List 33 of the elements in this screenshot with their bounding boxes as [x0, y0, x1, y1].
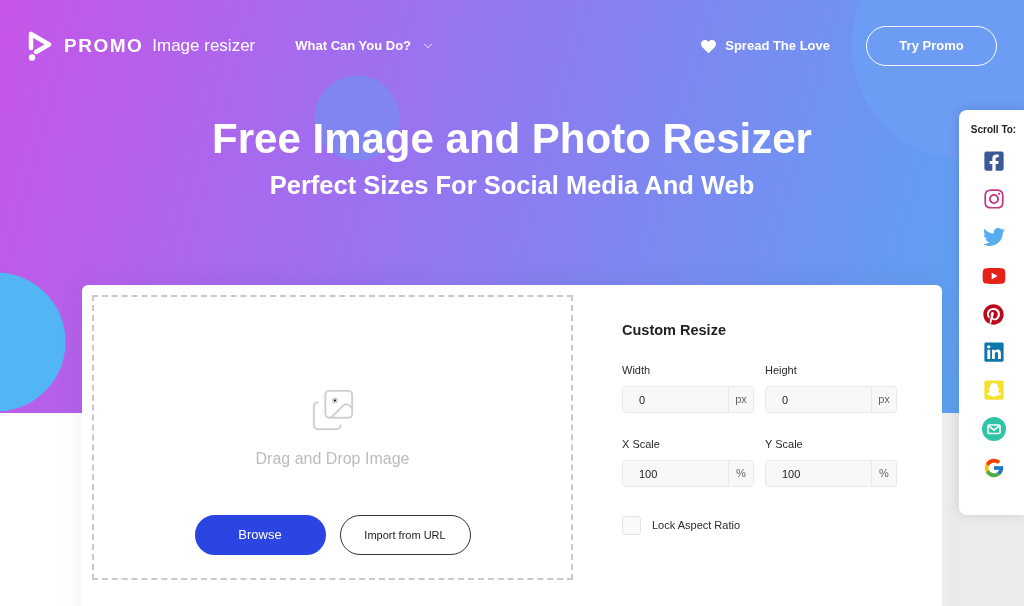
- scroll-to-label: Scroll To:: [970, 124, 1017, 136]
- brand-name: PROMO: [64, 33, 144, 58]
- field-label: X Scale: [622, 437, 660, 451]
- drop-prompt: Drag and Drop Image: [255, 449, 410, 469]
- section-title: Custom Resize: [622, 321, 726, 339]
- unit-label: %: [729, 460, 754, 487]
- number-input[interactable]: 100: [765, 460, 872, 487]
- product-name: Image resizer: [152, 35, 256, 58]
- unit-label: %: [872, 460, 897, 487]
- drop-zone[interactable]: Drag and Drop Image Browse Import from URL: [92, 295, 573, 580]
- hero-title: Free Image and Photo Resizer: [212, 114, 812, 164]
- browse-button[interactable]: Browse: [194, 515, 326, 555]
- field-label: Y Scale: [765, 437, 803, 451]
- logo-icon: [27, 31, 53, 61]
- hero-subtitle: Perfect Sizes For Social Media And Web: [269, 170, 755, 200]
- pinterest-icon[interactable]: [983, 304, 1004, 325]
- linkedin-icon[interactable]: [982, 341, 1005, 363]
- number-input[interactable]: 0: [765, 386, 872, 413]
- twitter-icon[interactable]: [982, 226, 1005, 248]
- checkbox-label: Lock Aspect Ratio: [652, 518, 741, 534]
- import-url-button[interactable]: Import from URL: [339, 515, 471, 555]
- unit-label: px: [729, 386, 754, 413]
- google-icon[interactable]: [982, 457, 1005, 479]
- number-input[interactable]: 100: [622, 460, 729, 487]
- number-input[interactable]: 0: [622, 386, 729, 413]
- menu-dropdown[interactable]: What Can You Do?: [295, 36, 436, 56]
- unit-label: px: [872, 386, 897, 413]
- facebook-icon[interactable]: [982, 150, 1005, 172]
- checkbox[interactable]: [622, 516, 641, 535]
- heart-icon: [701, 38, 717, 54]
- field-label: Height: [765, 363, 797, 377]
- field-label: Width: [622, 363, 651, 377]
- instagram-icon[interactable]: [982, 188, 1005, 210]
